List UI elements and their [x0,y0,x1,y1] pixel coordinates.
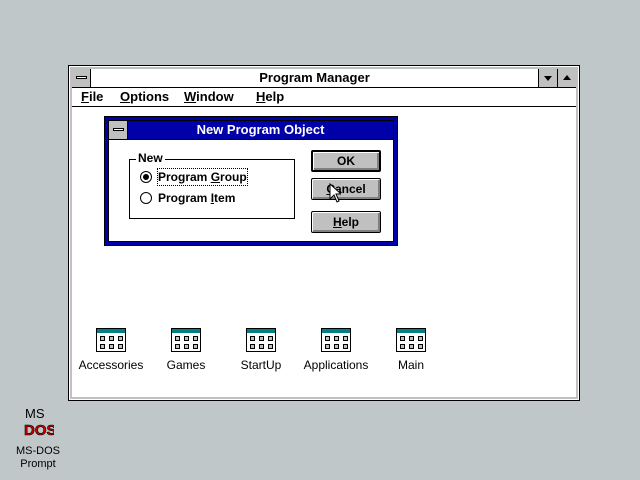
desktop-icon-label-line1: MS-DOS [16,445,60,457]
maximize-button[interactable] [557,69,576,87]
desktop-icon-label: MS-DOS Prompt [10,445,66,471]
menu-options-mnemonic: O [120,89,131,104]
radio-button-selected[interactable] [140,171,152,183]
program-group-icon [396,328,426,352]
radio-button-unselected[interactable] [140,192,152,204]
menu-help-label: elp [265,89,285,104]
minimize-arrow-icon [544,76,552,81]
menu-bar: File Options Window Help [72,88,576,107]
radio-label-rest: roup [220,170,247,184]
menu-file[interactable]: File [81,88,103,106]
radio-program-group-label: Program Group [157,168,248,186]
dialog-system-menu-icon[interactable] [109,121,128,139]
menu-options[interactable]: Options [120,88,169,106]
mouse-pointer-icon [329,183,341,203]
dialog-body: New Program Object New Program Group Pro… [108,120,394,242]
new-groupbox: New Program Group Program Item [129,151,295,219]
menu-help[interactable]: Help [256,88,284,106]
menu-window[interactable]: Window [184,88,234,106]
radio-label-prefix: Program [158,170,211,184]
program-group-icon [246,328,276,352]
program-group-icon [96,328,126,352]
menu-options-label: ptions [130,89,170,104]
menu-window-label: indow [196,89,234,104]
radio-label-rest: tem [214,191,236,205]
program-group-icon [171,328,201,352]
radio-program-item-label: Program Item [158,190,235,206]
group-icon-accessories[interactable]: Accessories [76,328,146,372]
dialog-titlebar[interactable]: New Program Object [109,121,393,140]
system-menu-icon[interactable] [72,69,91,87]
minimize-button[interactable] [538,69,557,87]
menu-window-mnemonic: W [184,89,197,104]
group-icon-main[interactable]: Main [376,328,446,372]
ms-dos-prompt-icon[interactable]: MS DOS MS-DOS Prompt [10,406,66,471]
cancel-button[interactable]: Cancel [311,178,381,200]
program-manager-titlebar[interactable]: Program Manager [72,69,576,88]
window-title: Program Manager [259,70,370,85]
menu-file-label: ile [88,89,104,104]
group-icon-applications[interactable]: Applications [301,328,371,372]
dos-logo-ms: MS [25,406,45,421]
group-label: Games [166,358,206,372]
group-icon-games[interactable]: Games [151,328,221,372]
maximize-arrow-icon [563,75,571,80]
dialog-title: New Program Object [196,122,325,137]
program-group-icon [321,328,351,352]
group-label: Main [397,358,424,372]
radio-label-prefix: Program [158,191,211,205]
radio-label-mnemonic: G [210,170,221,184]
desktop-icon-label-line2: Prompt [20,458,56,470]
ms-dos-logo-icon: MS DOS [24,406,57,439]
help-button[interactable]: Help [311,211,381,233]
group-label: Applications [303,358,369,372]
groupbox-label: New [136,151,165,165]
help-label: elp [341,215,359,229]
group-icon-startup[interactable]: StartUp [226,328,296,372]
menu-help-mnemonic: H [256,89,266,104]
group-label: StartUp [240,358,282,372]
dos-logo-dos: DOS [24,422,54,438]
menu-file-mnemonic: F [81,89,89,104]
group-label: Accessories [78,358,144,372]
ok-button[interactable]: OK [311,150,381,172]
new-program-object-dialog: New Program Object New Program Group Pro… [104,116,398,246]
help-mnemonic: H [332,215,342,229]
